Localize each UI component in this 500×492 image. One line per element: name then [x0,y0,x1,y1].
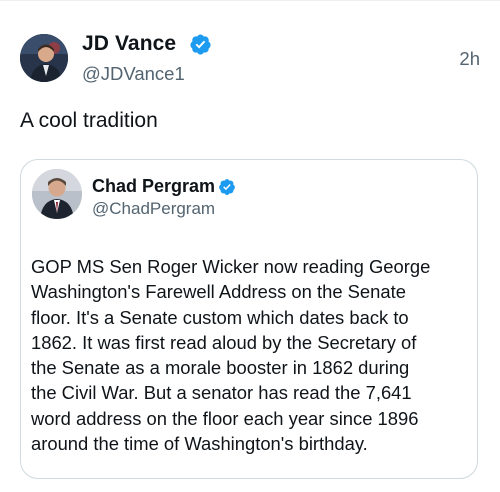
quoted-avatar-image [32,169,82,219]
author-handle[interactable]: @JDVance1 [82,63,185,85]
quoted-author-name[interactable]: Chad Pergram [92,176,215,197]
quoted-author-avatar[interactable] [32,169,82,219]
quoted-author-handle[interactable]: @ChadPergram [92,199,215,219]
quoted-tweet-card[interactable]: Chad Pergram @ChadPergram GOP MS Sen Rog… [20,159,478,479]
author-avatar[interactable] [20,34,68,82]
verified-badge-icon [190,34,211,55]
quoted-tweet-text: GOP MS Sen Roger Wicker now reading Geor… [31,256,431,455]
top-divider [0,0,500,1]
post-timestamp[interactable]: 2h [459,48,480,70]
quoted-verified-badge-icon [219,179,235,195]
author-avatar-image [20,34,68,82]
author-name[interactable]: JD Vance [82,32,176,56]
tweet-text: A cool tradition [20,109,158,132]
